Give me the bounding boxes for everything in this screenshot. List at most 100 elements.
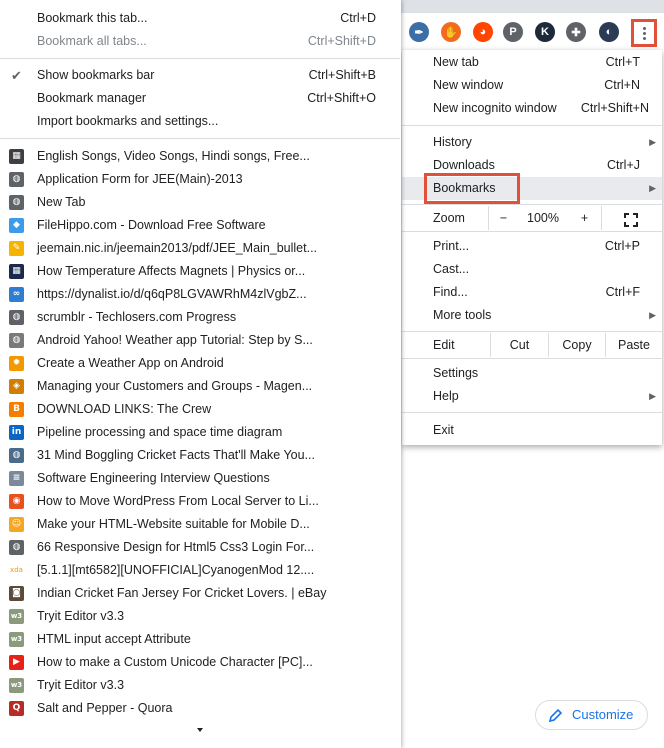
menu-separator xyxy=(402,358,662,359)
copy-button[interactable]: Copy xyxy=(548,333,605,357)
hippo-icon: ◆ xyxy=(9,218,24,233)
menu-item-find[interactable]: Find... Ctrl+F xyxy=(402,281,662,304)
menu-item-label: Import bookmarks and settings... xyxy=(37,114,219,128)
quora-icon: Q xyxy=(9,701,24,716)
scroll-down-icon[interactable] xyxy=(196,727,204,733)
shortcut-label: Ctrl+N xyxy=(604,78,640,92)
import-bookmarks-item[interactable]: Import bookmarks and settings... xyxy=(0,110,400,133)
shortcut-label: Ctrl+Shift+B xyxy=(308,68,376,82)
submenu-arrow-icon: ▶ xyxy=(649,137,656,147)
bookmark-item[interactable]: xda [5.1.1][mt6582][UNOFFICIAL]CyanogenMo… xyxy=(0,559,400,582)
bookmark-item[interactable]: ◍ 31 Mind Boggling Cricket Facts That'll … xyxy=(0,444,400,467)
menu-item-more-tools[interactable]: More tools ▶ xyxy=(402,304,662,327)
bookmark-item[interactable]: ▦ English Songs, Video Songs, Hindi songs… xyxy=(0,145,400,168)
menu-item-exit[interactable]: Exit xyxy=(402,419,662,442)
bag-icon: ◙ xyxy=(9,586,24,601)
bookmark-item[interactable]: w3 HTML input accept Attribute xyxy=(0,628,400,651)
menu-item-new-tab[interactable]: New tab Ctrl+T xyxy=(402,51,662,74)
zoom-in-button[interactable]: + xyxy=(568,206,602,230)
customize-button[interactable]: Customize xyxy=(535,700,648,730)
hand-extension-icon[interactable]: ✋ xyxy=(441,22,461,42)
globe-icon: ◍ xyxy=(9,310,24,325)
puzzle-extension-icon[interactable]: ✚ xyxy=(566,22,586,42)
profile-avatar[interactable]: ◐ xyxy=(599,22,619,42)
menu-item-cast[interactable]: Cast... xyxy=(402,258,662,281)
bookmark-title: HTML input accept Attribute xyxy=(37,632,191,646)
reddit-extension-icon[interactable]: ◕ xyxy=(473,22,493,42)
bookmark-this-tab-item[interactable]: Bookmark this tab... Ctrl+D xyxy=(0,7,400,30)
paste-button[interactable]: Paste xyxy=(605,333,662,357)
site-icon-dark: ▦ xyxy=(9,264,24,279)
bookmark-title: Pipeline processing and space time diagr… xyxy=(37,425,283,439)
menu-item-print[interactable]: Print... Ctrl+P xyxy=(402,235,662,258)
bookmark-item[interactable]: ☺ Make your HTML-Website suitable for Mob… xyxy=(0,513,400,536)
bookmark-title: [5.1.1][mt6582][UNOFFICIAL]CyanogenMod 1… xyxy=(37,563,315,577)
edit-row: Edit Cut Copy Paste xyxy=(402,333,662,357)
menu-item-label: Bookmark this tab... xyxy=(37,11,148,25)
cut-button[interactable]: Cut xyxy=(490,333,548,357)
bookmark-item[interactable]: ◍ 66 Responsive Design for Html5 Css3 Log… xyxy=(0,536,400,559)
site-icon-globe: ◍ xyxy=(9,333,24,348)
bookmark-title: Create a Weather App on Android xyxy=(37,356,224,370)
zoom-level: 100% xyxy=(527,211,559,225)
shortcut-label: Ctrl+T xyxy=(605,55,640,69)
bookmark-item[interactable]: ◆ FileHippo.com - Download Free Software xyxy=(0,214,400,237)
bookmark-item[interactable]: ◍ New Tab xyxy=(0,191,400,214)
bookmark-item[interactable]: ◙ Indian Cricket Fan Jersey For Cricket L… xyxy=(0,582,400,605)
menu-item-label: Help xyxy=(433,389,459,403)
menu-item-label: Show bookmarks bar xyxy=(37,68,155,82)
bookmark-item[interactable]: ◍ Android Yahoo! Weather app Tutorial: St… xyxy=(0,329,400,352)
menu-item-label: Find... xyxy=(433,285,468,299)
chrome-menu-button[interactable] xyxy=(631,19,657,47)
bookmark-title: English Songs, Video Songs, Hindi songs,… xyxy=(37,149,310,163)
menu-item-label: New incognito window xyxy=(433,101,557,115)
zoom-row: Zoom − 100% + xyxy=(402,206,662,230)
k-extension-icon[interactable]: K xyxy=(535,22,555,42)
kebab-icon xyxy=(642,26,646,40)
bookmark-item[interactable]: ≡ Software Engineering Interview Question… xyxy=(0,467,400,490)
bookmark-title: scrumblr - Techlosers.com Progress xyxy=(37,310,237,324)
bookmark-title: Managing your Customers and Groups - Mag… xyxy=(37,379,313,393)
tab-strip xyxy=(401,0,664,13)
menu-separator xyxy=(402,231,662,232)
bookmark-item[interactable]: ◉ How to Move WordPress From Local Server… xyxy=(0,490,400,513)
bookmark-title: How to make a Custom Unicode Character [… xyxy=(37,655,313,669)
pen-extension-icon[interactable]: ✒ xyxy=(409,22,429,42)
show-bookmarks-bar-item[interactable]: ✔ Show bookmarks bar Ctrl+Shift+B xyxy=(0,64,400,87)
magento-icon: ◈ xyxy=(9,379,24,394)
bookmark-title: Software Engineering Interview Questions xyxy=(37,471,270,485)
menu-item-new-incognito-window[interactable]: New incognito window Ctrl+Shift+N xyxy=(402,97,662,120)
bookmark-item[interactable]: w3 Tryit Editor v3.3 xyxy=(0,674,400,697)
bookmark-title: Android Yahoo! Weather app Tutorial: Ste… xyxy=(37,333,313,347)
submenu-arrow-icon: ▶ xyxy=(649,310,656,320)
menu-item-history[interactable]: History ▶ xyxy=(402,131,662,154)
fullscreen-icon[interactable] xyxy=(624,211,638,227)
bookmark-manager-item[interactable]: Bookmark manager Ctrl+Shift+O xyxy=(0,87,400,110)
bookmark-item[interactable]: ◍ Application Form for JEE(Main)-2013 xyxy=(0,168,400,191)
bookmark-item[interactable]: ◍ scrumblr - Techlosers.com Progress xyxy=(0,306,400,329)
bookmark-item[interactable]: ▶ How to make a Custom Unicode Character … xyxy=(0,651,400,674)
person-icon: ☺ xyxy=(9,517,24,532)
menu-separator xyxy=(0,138,400,139)
bookmark-title: How to Move WordPress From Local Server … xyxy=(37,494,319,508)
bookmark-item[interactable]: ∞ https://dynalist.io/d/q6qP8LGVAWRhM4zlV… xyxy=(0,283,400,306)
infinity-icon: ∞ xyxy=(9,287,24,302)
bookmark-item[interactable]: B DOWNLOAD LINKS: The Crew xyxy=(0,398,400,421)
bookmark-item[interactable]: ◈ Managing your Customers and Groups - Ma… xyxy=(0,375,400,398)
menu-item-new-window[interactable]: New window Ctrl+N xyxy=(402,74,662,97)
menu-item-label: New tab xyxy=(433,55,479,69)
zoom-out-button[interactable]: − xyxy=(488,206,518,230)
bookmark-item[interactable]: ▦ How Temperature Affects Magnets | Physi… xyxy=(0,260,400,283)
zoom-label: Zoom xyxy=(433,211,465,225)
submenu-arrow-icon: ▶ xyxy=(649,183,656,193)
shortcut-label: Ctrl+Shift+D xyxy=(307,34,376,48)
bookmark-item[interactable]: Q Salt and Pepper - Quora xyxy=(0,697,400,720)
bookmark-item[interactable]: ✹ Create a Weather App on Android xyxy=(0,352,400,375)
bookmark-item[interactable]: ✎ jeemain.nic.in/jeemain2013/pdf/JEE_Main… xyxy=(0,237,400,260)
pinterest-extension-icon[interactable]: P xyxy=(503,22,523,42)
bookmark-item[interactable]: in Pipeline processing and space time dia… xyxy=(0,421,400,444)
menu-item-help[interactable]: Help ▶ xyxy=(402,385,662,408)
menu-item-settings[interactable]: Settings xyxy=(402,362,662,385)
bookmark-item[interactable]: w3 Tryit Editor v3.3 xyxy=(0,605,400,628)
shortcut-label: Ctrl+Shift+O xyxy=(307,91,376,105)
